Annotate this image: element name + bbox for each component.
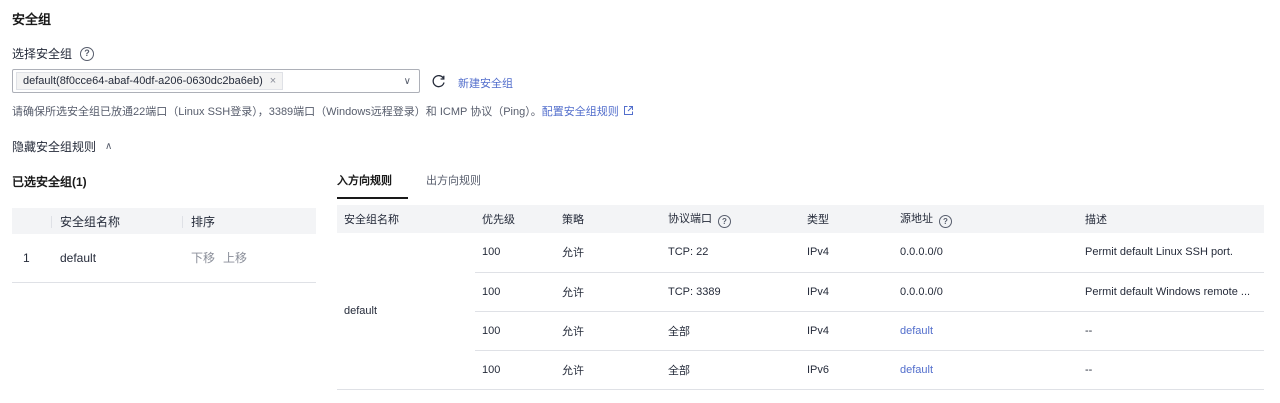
port-hint: 请确保所选安全组已放通22端口（Linux SSH登录），3389端口（Wind… <box>12 103 634 119</box>
configure-rules-link[interactable]: 配置安全组规则 <box>542 106 619 118</box>
rule-type: IPv6 <box>800 350 893 390</box>
source-label: 源地址 <box>900 213 933 225</box>
rule-priority: 100 <box>475 233 555 273</box>
tab-inbound[interactable]: 入方向规则 <box>337 172 408 199</box>
select-label: 选择安全组 ? <box>12 45 95 62</box>
table-row: 100 允许 TCP: 3389 IPv4 0.0.0.0/0 Permit d… <box>337 272 1264 312</box>
rule-protocol-port: 全部 <box>661 350 800 390</box>
security-group-select[interactable]: default(8f0cce64-abaf-40df-a206-0630dc2b… <box>12 69 420 93</box>
rule-type: IPv4 <box>800 311 893 351</box>
rule-protocol-port: TCP: 22 <box>661 233 800 273</box>
name-header: 安全组名称 <box>51 208 182 234</box>
hide-rules-toggle[interactable]: 隐藏安全组规则 ∧ <box>12 138 112 155</box>
group-name-header: 安全组名称 <box>337 205 475 233</box>
rule-policy: 允许 <box>555 272 661 312</box>
close-icon[interactable]: × <box>270 75 276 87</box>
rule-protocol-port: TCP: 3389 <box>661 272 800 312</box>
policy-header: 策略 <box>555 205 661 233</box>
rule-source: 0.0.0.0/0 <box>893 233 1078 273</box>
rule-policy: 允许 <box>555 350 661 390</box>
row-group-name: default <box>51 234 182 283</box>
rule-type: IPv4 <box>800 233 893 273</box>
rule-policy: 允许 <box>555 233 661 273</box>
description-header: 描述 <box>1078 205 1264 233</box>
help-icon[interactable]: ? <box>80 46 95 61</box>
rule-description: -- <box>1078 311 1264 351</box>
rule-description: Permit default Linux SSH port. <box>1078 233 1264 273</box>
row-order-actions: 下移 上移 <box>182 234 316 283</box>
section-title: 安全组 <box>12 12 52 27</box>
order-header: 排序 <box>182 208 316 234</box>
tab-outbound[interactable]: 出方向规则 <box>426 172 481 199</box>
move-down-button[interactable]: 下移 <box>191 251 215 265</box>
protocol-port-header: 协议端口? <box>661 205 800 233</box>
source-header: 源地址? <box>893 205 1078 233</box>
rule-direction-tabs: 入方向规则 出方向规则 <box>337 172 499 199</box>
rule-policy: 允许 <box>555 311 661 351</box>
rule-source-link[interactable]: default <box>893 311 1078 351</box>
refresh-icon[interactable] <box>431 73 447 89</box>
selected-groups-title: 已选安全组(1) <box>12 175 87 189</box>
selected-group-tag: default(8f0cce64-abaf-40df-a206-0630dc2b… <box>16 72 284 90</box>
rule-priority: 100 <box>475 311 555 351</box>
rule-priority: 100 <box>475 272 555 312</box>
table-row: 100 允许 全部 IPv6 default -- <box>337 350 1264 390</box>
move-up-button[interactable]: 上移 <box>223 251 247 265</box>
new-security-group-link[interactable]: 新建安全组 <box>458 75 513 91</box>
table-header-row: 安全组名称 排序 <box>12 208 316 234</box>
column-divider <box>51 216 52 229</box>
column-divider <box>182 216 183 229</box>
table-row: 100 允许 全部 IPv4 default -- <box>337 311 1264 351</box>
tag-label: default(8f0cce64-abaf-40df-a206-0630dc2b… <box>23 75 263 87</box>
rules-table: 安全组名称 优先级 策略 协议端口? 类型 源地址? 描述 default 10… <box>337 205 1264 390</box>
hide-rules-label: 隐藏安全组规则 <box>12 140 97 154</box>
rule-type: IPv4 <box>800 272 893 312</box>
rule-description: Permit default Windows remote ... <box>1078 272 1264 312</box>
help-icon[interactable]: ? <box>718 215 731 228</box>
type-header: 类型 <box>800 205 893 233</box>
rule-priority: 100 <box>475 350 555 390</box>
rule-group-name: default <box>337 233 475 390</box>
rule-source: 0.0.0.0/0 <box>893 272 1078 312</box>
chevron-down-icon[interactable]: ∨ <box>404 76 411 87</box>
row-index: 1 <box>12 234 51 283</box>
rule-description: -- <box>1078 350 1264 390</box>
external-link-icon[interactable] <box>623 105 634 116</box>
hint-text: 请确保所选安全组已放通22端口（Linux SSH登录），3389端口（Wind… <box>12 106 542 118</box>
protocol-port-label: 协议端口 <box>668 213 712 225</box>
rule-protocol-port: 全部 <box>661 311 800 351</box>
order-header-label: 排序 <box>191 214 216 229</box>
select-label-text: 选择安全组 <box>12 47 73 61</box>
table-header-row: 安全组名称 优先级 策略 协议端口? 类型 源地址? 描述 <box>337 205 1264 233</box>
priority-header: 优先级 <box>475 205 555 233</box>
rule-source-link[interactable]: default <box>893 350 1078 390</box>
selected-groups-table: 安全组名称 排序 1 default 下移 上移 <box>12 208 316 283</box>
help-icon[interactable]: ? <box>939 215 952 228</box>
name-header-label: 安全组名称 <box>60 214 121 229</box>
table-row: default 100 允许 TCP: 22 IPv4 0.0.0.0/0 Pe… <box>337 233 1264 390</box>
table-row: 1 default 下移 上移 <box>12 234 316 283</box>
chevron-up-icon: ∧ <box>105 141 113 152</box>
index-header <box>12 208 51 234</box>
